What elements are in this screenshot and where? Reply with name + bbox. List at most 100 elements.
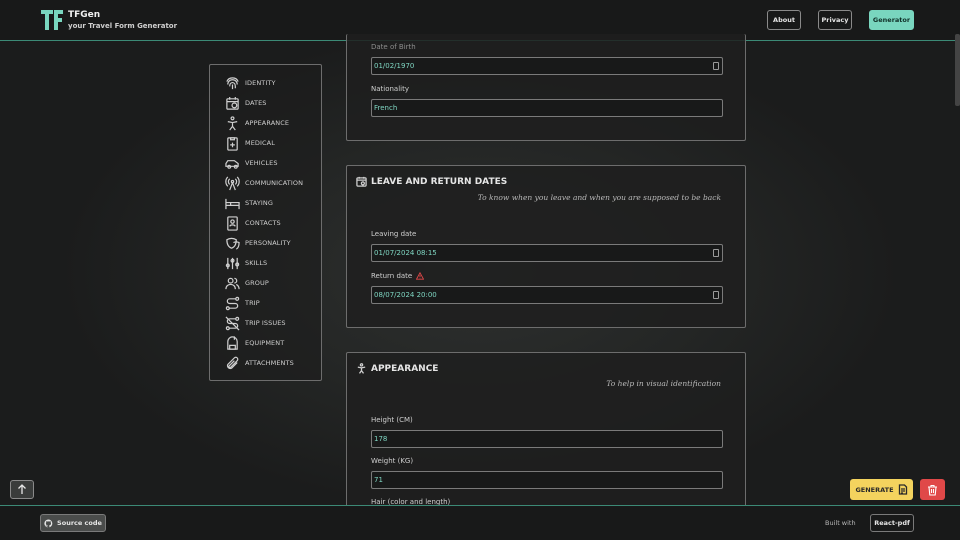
nationality-field[interactable]: French — [371, 99, 723, 117]
calendar-icon — [226, 96, 239, 110]
sidebar-item-group[interactable]: GROUP — [225, 275, 269, 291]
sidebar-item-label: CONTACTS — [245, 219, 281, 227]
generate-label: GENERATE — [855, 485, 894, 494]
appearance-card-subtitle: To help in visual identification — [606, 379, 721, 388]
sidebar-item-label: VEHICLES — [245, 159, 278, 167]
identity-card: Date of Birth 01/02/1970 Nationality Fre… — [346, 34, 746, 141]
arrow-up-icon — [18, 484, 26, 494]
route-icon — [225, 296, 240, 310]
leaving-date-label: Leaving date — [371, 230, 417, 238]
medical-clipboard-icon — [227, 136, 238, 151]
sidebar-item-label: ATTACHMENTS — [245, 359, 294, 367]
weight-label: Weight (KG) — [371, 457, 414, 465]
sidebar-item-label: EQUIPMENT — [245, 339, 285, 347]
person-icon — [227, 115, 238, 130]
sidebar-item-appearance[interactable]: APPEARANCE — [225, 115, 289, 131]
mask-icon — [226, 237, 240, 250]
appearance-card: APPEARANCE To help in visual identificat… — [346, 352, 746, 512]
antenna-icon — [225, 176, 240, 190]
privacy-button[interactable]: Privacy — [818, 10, 852, 30]
app-tagline: your Travel Form Generator — [68, 22, 178, 30]
sidebar-item-dates[interactable]: DATES — [225, 95, 267, 111]
dates-card-subtitle: To know when you leave and when you are … — [477, 193, 721, 202]
sidebar-item-label: COMMUNICATION — [245, 179, 304, 187]
height-label: Height (CM) — [371, 416, 413, 424]
source-code-button[interactable]: Source code — [40, 514, 106, 532]
source-code-label: Source code — [57, 519, 102, 527]
appearance-card-title: APPEARANCE — [371, 363, 439, 374]
sidebar-item-identity[interactable]: IDENTITY — [225, 75, 276, 91]
trash-icon — [928, 484, 937, 496]
dates-card-title: LEAVE AND RETURN DATES — [371, 176, 508, 187]
appearance-card-header: APPEARANCE — [356, 363, 438, 374]
nationality-label: Nationality — [371, 85, 410, 93]
leaving-date-field[interactable]: 01/07/2024 08:15 — [371, 244, 723, 262]
sidebar-item-label: DATES — [245, 99, 267, 107]
sidebar-item-staying[interactable]: STAYING — [225, 195, 273, 211]
github-icon — [44, 518, 53, 527]
height-field[interactable]: 178 — [371, 430, 723, 448]
height-value: 178 — [374, 435, 388, 443]
paperclip-icon — [226, 356, 239, 369]
sidebar-item-equipment[interactable]: EQUIPMENT — [225, 335, 284, 351]
weight-value: 71 — [374, 476, 383, 484]
app-name: TFGen — [68, 10, 101, 20]
weight-field[interactable]: 71 — [371, 471, 723, 489]
generator-button[interactable]: Generator — [869, 10, 914, 30]
return-date-field[interactable]: 08/07/2024 20:00 — [371, 286, 723, 304]
document-icon — [898, 484, 907, 495]
return-date-value: 08/07/2024 20:00 — [374, 291, 437, 299]
calendar-picker-icon[interactable] — [713, 291, 719, 299]
sidebar-item-vehicles[interactable]: VEHICLES — [225, 155, 278, 171]
sidebar-item-label: APPEARANCE — [245, 119, 290, 127]
sidebar-item-personality[interactable]: PERSONALITY — [225, 235, 291, 251]
sliders-icon — [225, 257, 240, 269]
dates-card: LEAVE AND RETURN DATES To know when you … — [346, 165, 746, 328]
sidebar-item-trip[interactable]: TRIP — [225, 295, 260, 311]
sidebar-item-label: STAYING — [245, 199, 274, 207]
generate-button[interactable]: GENERATE — [850, 479, 913, 500]
person-icon — [357, 363, 366, 374]
bed-icon — [225, 198, 240, 209]
leaving-date-value: 01/07/2024 08:15 — [374, 249, 437, 257]
sidebar-item-trip-issues[interactable]: TRIP ISSUES — [225, 315, 286, 331]
contact-card-icon — [227, 215, 238, 231]
sidebar-item-contacts[interactable]: CONTACTS — [225, 215, 281, 231]
return-date-label: Return date — [371, 272, 425, 280]
page-scrollbar[interactable] — [955, 34, 960, 106]
nationality-value: French — [374, 104, 398, 112]
users-icon — [225, 277, 240, 289]
dates-card-header: LEAVE AND RETURN DATES — [356, 176, 507, 187]
sidebar-item-label: TRIP — [245, 299, 260, 307]
warning-icon — [416, 272, 425, 280]
dob-value: 01/02/1970 — [374, 62, 415, 70]
sidebar-item-label: IDENTITY — [245, 79, 276, 87]
sidebar-item-label: TRIP ISSUES — [245, 319, 286, 327]
sidebar-item-label: MEDICAL — [245, 139, 275, 147]
calendar-picker-icon[interactable] — [713, 62, 719, 70]
scroll-top-button[interactable] — [10, 480, 34, 499]
sidebar-item-label: PERSONALITY — [245, 239, 291, 247]
react-pdf-link[interactable]: React-pdf — [870, 514, 914, 532]
page-footer: Source code Built with React-pdf — [0, 505, 960, 540]
sidebar-item-medical[interactable]: MEDICAL — [225, 135, 275, 151]
built-with-text: Built with — [825, 519, 856, 527]
sidebar-item-attachments[interactable]: ATTACHMENTS — [225, 355, 294, 371]
sidebar-item-skills[interactable]: SKILLS — [225, 255, 267, 271]
tfgen-logo — [41, 10, 63, 30]
sidebar-item-label: SKILLS — [245, 259, 268, 267]
calendar-clock-icon — [356, 176, 367, 187]
car-icon — [225, 159, 239, 169]
return-date-label-text: Return date — [371, 272, 413, 280]
calendar-picker-icon[interactable] — [713, 249, 719, 257]
section-sidebar: IDENTITY DATES APPEARANCE MEDICAL VEHICL… — [209, 64, 322, 381]
route-off-icon — [225, 316, 240, 330]
sidebar-item-communication[interactable]: COMMUNICATION — [225, 175, 303, 191]
sidebar-item-label: GROUP — [245, 279, 269, 287]
delete-button[interactable] — [920, 479, 945, 500]
backpack-icon — [227, 335, 238, 350]
dob-label: Date of Birth — [371, 43, 416, 51]
fingerprint-icon — [226, 76, 239, 89]
dob-field[interactable]: 01/02/1970 — [371, 57, 723, 75]
about-button[interactable]: About — [767, 10, 801, 30]
